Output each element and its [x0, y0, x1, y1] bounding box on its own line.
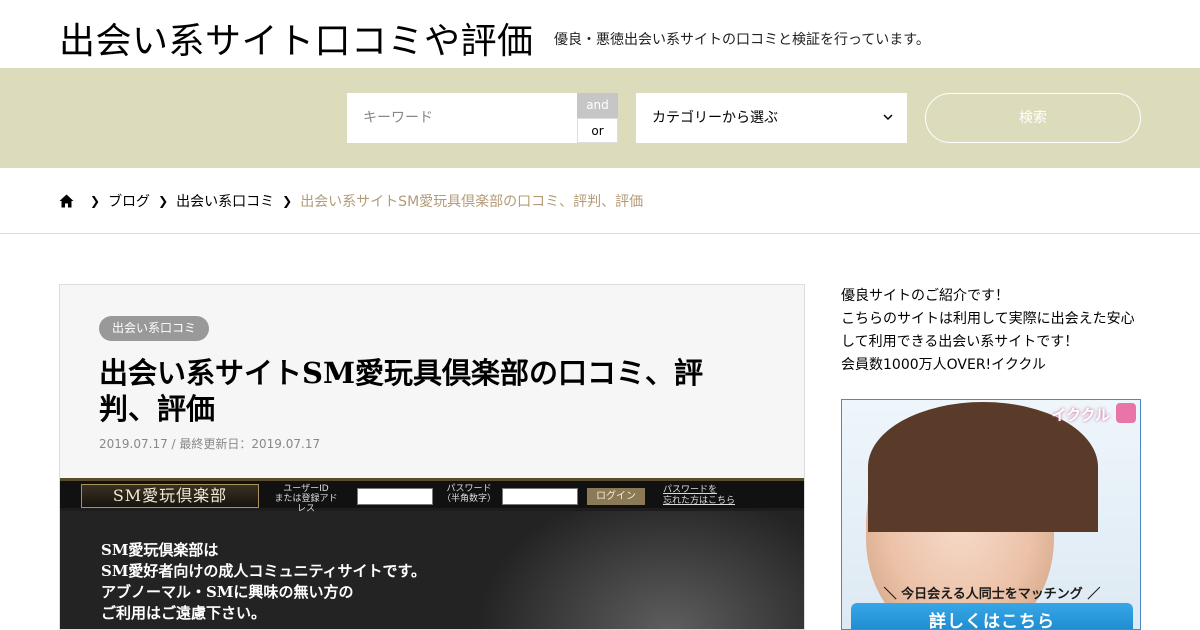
post-title: 出会い系サイトSM愛玩具倶楽部の口コミ、評判、評価	[99, 356, 704, 426]
breadcrumb: ❯ ブログ ❯ 出会い系口コミ ❯ 出会い系サイトSM愛玩具倶楽部の口コミ、評判…	[59, 191, 643, 211]
chevron-down-icon	[883, 114, 893, 121]
ad-tagline: ＼ 今日会える人同士をマッチング ／	[883, 587, 1101, 602]
hero-userid-field	[357, 488, 433, 505]
breadcrumb-current: 出会い系サイトSM愛玩具倶楽部の口コミ、評判、評価	[300, 194, 644, 210]
sidebar-intro-line: こちらのサイトは利用して実際に出会えた安心	[841, 311, 1135, 327]
hero-text: SM愛玩倶楽部は SM愛好者向けの成人コミュニティサイトです。 アブノーマル・S…	[101, 541, 427, 622]
search-button[interactable]: 検索	[925, 93, 1141, 143]
sidebar-intro: 優良サイトのご紹介です！ こちらのサイトは利用して実際に出会えた安心 して利用で…	[841, 285, 1141, 377]
hero-login-bar: SM愛玩倶楽部 ユーザーID または登録アドレス パスワード （半角数字） ログ…	[60, 478, 804, 514]
post-date: 2019.07.17 / 最終更新日：2019.07.17	[99, 437, 321, 451]
breadcrumb-blog[interactable]: ブログ	[108, 191, 150, 211]
ad-banner[interactable]: イククル ＼ 今日会える人同士をマッチング ／ 詳しくはこちら	[841, 399, 1141, 630]
article-header: 出会い系口コミ 出会い系サイトSM愛玩具倶楽部の口コミ、評判、評価 2019.0…	[59, 284, 805, 630]
or-option[interactable]: or	[577, 118, 618, 143]
hero-logo: SM愛玩倶楽部	[81, 484, 259, 508]
chevron-right-icon: ❯	[282, 194, 293, 208]
breadcrumb-divider	[0, 233, 1200, 234]
site-header: 出会い系サイト口コミや評価 優良・悪徳出会い系サイトの口コミと検証を行っています…	[0, 0, 1200, 68]
category-badge[interactable]: 出会い系口コミ	[99, 316, 210, 341]
ad-brand: イククル	[1051, 406, 1110, 424]
sidebar-intro-line: 優良サイトのご紹介です！	[841, 288, 1009, 304]
chevron-right-icon: ❯	[158, 194, 169, 208]
hero-forgot-link: パスワードを 忘れた方はこちら	[663, 485, 736, 506]
site-description: 優良・悪徳出会い系サイトの口コミと検証を行っています。	[554, 32, 930, 48]
ad-cta-button[interactable]: 詳しくはこちら	[851, 603, 1133, 629]
home-icon[interactable]	[59, 194, 74, 208]
search-bar: and or カテゴリーから選ぶ 検索	[0, 68, 1200, 168]
category-select-value: カテゴリーから選ぶ	[652, 110, 778, 126]
sidebar-intro-line: 会員数1000万人OVER!イククル	[841, 357, 1046, 373]
featured-image: SM愛玩倶楽部 ユーザーID または登録アドレス パスワード （半角数字） ログ…	[60, 478, 804, 629]
breadcrumb-category[interactable]: 出会い系口コミ	[176, 191, 274, 211]
site-title[interactable]: 出会い系サイト口コミや評価	[59, 12, 534, 64]
hero-userid-label: ユーザーID または登録アドレス	[274, 484, 338, 514]
hero-login-button: ログイン	[587, 488, 645, 505]
keyword-input[interactable]	[347, 93, 577, 143]
ad-logo-icon	[1116, 403, 1136, 423]
hero-password-label: パスワード （半角数字）	[441, 484, 496, 504]
and-or-toggle: and or	[577, 93, 618, 143]
and-option[interactable]: and	[577, 93, 618, 118]
hero-password-field	[502, 488, 578, 505]
category-select[interactable]: カテゴリーから選ぶ	[636, 93, 907, 143]
chevron-right-icon: ❯	[90, 194, 101, 208]
sidebar-intro-line: して利用できる出会い系サイトです！	[841, 334, 1079, 350]
